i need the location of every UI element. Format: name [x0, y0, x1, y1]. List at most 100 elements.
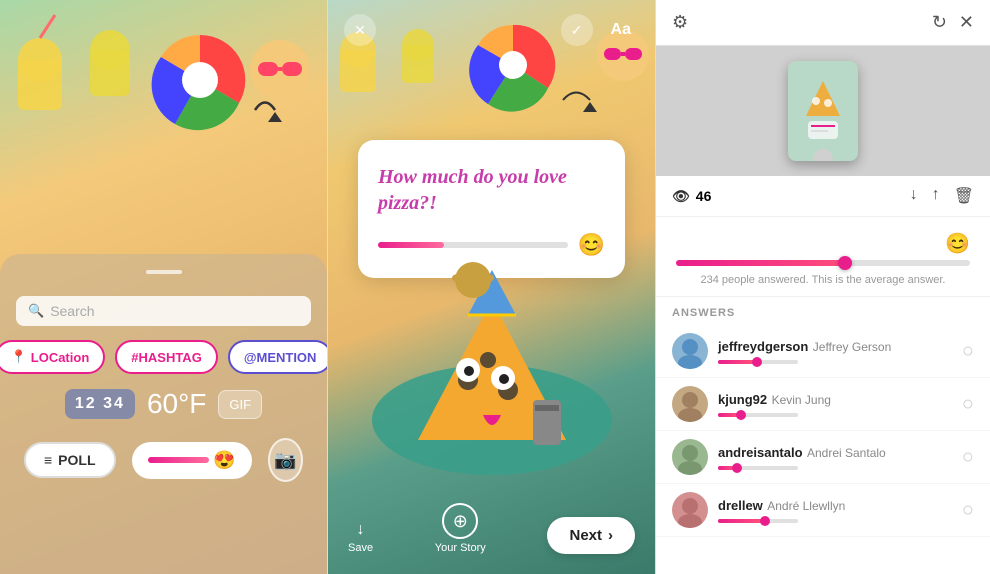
search-bar[interactable]: 🔍 Search: [16, 296, 311, 326]
poll-slider[interactable]: 😊: [378, 232, 605, 258]
views-number: 46: [696, 188, 712, 204]
user-info-drellew: drellew André Llewllyn: [718, 497, 952, 523]
user-fill-jeffreydgerson: [718, 360, 754, 364]
username-drellew: drellew: [718, 498, 763, 513]
temp-display: 60°F: [147, 388, 206, 419]
gif-label: GIF: [229, 397, 251, 412]
text-mode-button[interactable]: Aa: [603, 17, 639, 43]
sticker-row-1: 📍 LOCation #HASHTAG @MENTION: [16, 340, 311, 374]
widget-row: 12 34 60°F GIF: [16, 388, 311, 420]
answer-item-1: jeffreydgerson Jeffrey Gerson ○: [656, 325, 990, 378]
answers-section-header: ANSWERS: [656, 297, 990, 325]
story-publish-controls: ↓ Save ⊕ Your Story Next ›: [328, 503, 655, 554]
user-fill-kjung92: [718, 413, 738, 417]
answer-item-2: kjung92 Kevin Jung ○: [656, 378, 990, 431]
average-answer-text: 234 people answered. This is the average…: [676, 274, 970, 286]
average-slider-fill: [676, 260, 852, 266]
username-kjung92: kjung92: [718, 392, 767, 407]
share-icon[interactable]: ↑: [932, 186, 940, 206]
camera-button[interactable]: 📷: [268, 438, 303, 482]
mention-sticker[interactable]: @MENTION: [228, 340, 328, 374]
average-slider-section: 😊 234 people answered. This is the avera…: [656, 217, 990, 297]
pizza-decoration: [338, 260, 645, 514]
answers-list: jeffreydgerson Jeffrey Gerson ○ kjung92 …: [656, 325, 990, 545]
user-info-andreisantalo: andreisantalo Andrei Santalo: [718, 444, 952, 470]
user-fill-drellew: [718, 519, 762, 523]
save-label: Save: [348, 542, 373, 554]
header-actions: ↻ ✕: [932, 12, 974, 33]
search-placeholder: Search: [50, 303, 94, 319]
next-button[interactable]: Next ›: [547, 517, 635, 554]
panel-stories-stickers: 🔍 Search 📍 LOCation #HASHTAG @MENTION 12…: [0, 0, 328, 574]
displayname-drellew: André Llewllyn: [767, 499, 845, 513]
checkmark-icon: ✓: [571, 22, 583, 39]
user-info-kjung92: kjung92 Kevin Jung: [718, 391, 952, 417]
average-slider-bar: [676, 260, 970, 266]
user-dot-andreisantalo: [732, 463, 742, 473]
user-dot-drellew: [760, 516, 770, 526]
eye-icon: 👁: [672, 188, 690, 205]
close-icon[interactable]: ✕: [959, 12, 974, 33]
hashtag-sticker[interactable]: #HASHTAG: [115, 340, 218, 374]
username-jeffreydgerson: jeffreydgerson: [718, 339, 808, 354]
gif-widget[interactable]: GIF: [218, 390, 262, 419]
user-slider-kjung92: [718, 413, 798, 417]
poll-slider-emoji: 😊: [578, 232, 605, 258]
close-icon: ✕: [354, 22, 366, 39]
average-emoji: 😊: [676, 231, 970, 256]
answer-item-4: drellew André Llewllyn ○: [656, 484, 990, 537]
your-story-button[interactable]: ⊕ Your Story: [435, 503, 486, 554]
poll-button[interactable]: ≡ POLL: [24, 442, 116, 478]
avatar-andreisantalo: [672, 439, 708, 475]
next-arrow-icon: ›: [608, 527, 613, 544]
user-slider-andreisantalo: [718, 466, 798, 470]
your-story-label: Your Story: [435, 542, 486, 554]
answer-item-5: lizzeyjohnson Lizzey Johnson ○: [656, 537, 990, 545]
user-info-jeffreydgerson: jeffreydgerson Jeffrey Gerson: [718, 338, 952, 364]
story-preview-thumbnail: [656, 46, 990, 176]
location-label: LOCation: [31, 350, 90, 365]
answer-item-3: andreisantalo Andrei Santalo ○: [656, 431, 990, 484]
search-icon: 🔍: [28, 303, 44, 319]
next-label: Next: [569, 527, 602, 544]
message-icon-1[interactable]: ○: [962, 340, 974, 363]
user-dot-jeffreydgerson: [752, 357, 762, 367]
drag-handle: [146, 270, 182, 274]
time-widget[interactable]: 12 34: [65, 389, 135, 419]
message-icon-3[interactable]: ○: [962, 446, 974, 469]
slider-track: [148, 457, 210, 463]
your-story-icon: ⊕: [442, 503, 478, 539]
poll-question-card: How much do you love pizza?! 😊: [358, 140, 625, 278]
close-button[interactable]: ✕: [344, 14, 376, 46]
poll-icon: ≡: [44, 452, 52, 468]
displayname-andreisantalo: Andrei Santalo: [807, 446, 886, 460]
view-count: 👁 46: [672, 188, 711, 205]
refresh-icon[interactable]: ↻: [932, 12, 947, 33]
username-andreisantalo: andreisantalo: [718, 445, 803, 460]
panel-story-insights: ⚙ ↻ ✕ 👁 46 ↓ ↑ 🗑: [656, 0, 990, 574]
poll-slider-fill: [378, 242, 444, 248]
message-icon-4[interactable]: ○: [962, 499, 974, 522]
food-decorations-1: [0, 0, 327, 230]
download-icon[interactable]: ↓: [910, 186, 918, 206]
user-slider-drellew: [718, 519, 798, 523]
checkmark-button[interactable]: ✓: [561, 14, 593, 46]
mention-label: @MENTION: [244, 350, 317, 365]
camera-icon: 📷: [274, 450, 296, 471]
user-slider-jeffreydgerson: [718, 360, 798, 364]
story-editor-toolbar: ✕ ✓ Aa: [328, 14, 655, 46]
displayname-kjung92: Kevin Jung: [772, 393, 831, 407]
settings-icon[interactable]: ⚙: [672, 12, 688, 33]
slider-sticker[interactable]: 😍: [132, 442, 252, 479]
insights-header: ⚙ ↻ ✕: [656, 0, 990, 46]
save-button[interactable]: ↓ Save: [348, 521, 373, 554]
time-display: 12 34: [75, 395, 125, 412]
message-icon-2[interactable]: ○: [962, 393, 974, 416]
temperature-widget[interactable]: 60°F: [147, 388, 206, 420]
location-sticker[interactable]: 📍 LOCation: [0, 340, 105, 374]
delete-icon[interactable]: 🗑: [954, 186, 974, 206]
hashtag-label: #HASHTAG: [131, 350, 202, 365]
average-slider-thumb: [838, 256, 852, 270]
location-icon: 📍: [11, 349, 27, 365]
slider-emoji: 😍: [213, 450, 235, 471]
